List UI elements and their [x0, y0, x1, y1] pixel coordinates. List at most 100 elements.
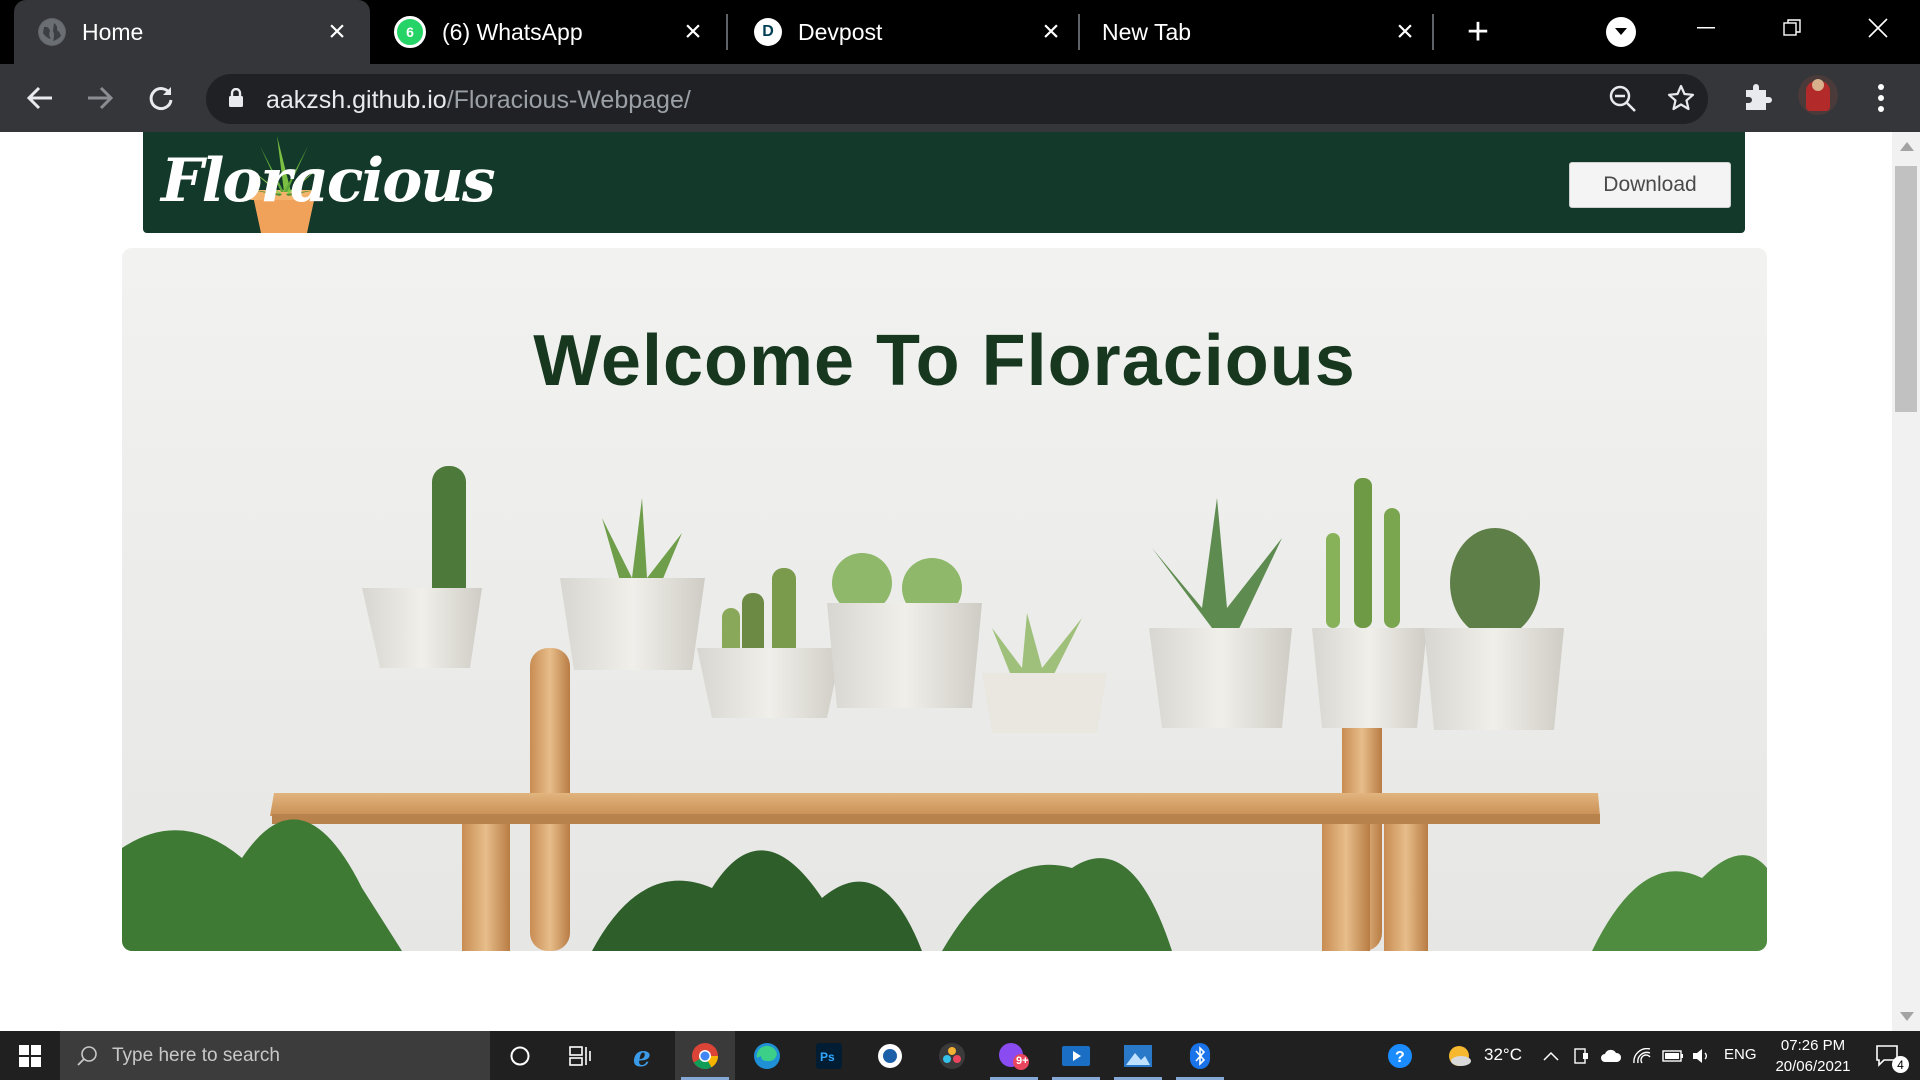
address-bar[interactable]: aakzsh.github.io/Floracious-Webpage/: [206, 74, 1708, 124]
new-tab-button[interactable]: +: [1458, 11, 1498, 53]
tab-devpost[interactable]: D Devpost ×: [730, 0, 1084, 64]
zoom-out-icon[interactable]: [1608, 84, 1638, 114]
screen: Home × 6 (6) WhatsApp × D Devpost × New …: [0, 0, 1920, 1080]
tab-title: Devpost: [798, 18, 883, 45]
chevron-down-icon: [1615, 28, 1627, 35]
tab-title: New Tab: [1102, 18, 1192, 45]
close-tab-icon[interactable]: ×: [1038, 17, 1064, 47]
browser-toolbar: aakzsh.github.io/Floracious-Webpage/: [0, 64, 1920, 132]
cortana-circle-icon: [510, 1046, 530, 1065]
svg-text:e: e: [633, 1041, 651, 1071]
globe-icon: [38, 18, 66, 46]
show-hidden-icons-button[interactable]: [1540, 1031, 1562, 1080]
whatsapp-icon: 6: [394, 16, 426, 48]
lock-icon[interactable]: [228, 88, 244, 108]
chrome-app[interactable]: [675, 1031, 735, 1080]
scroll-up-arrow-icon[interactable]: [1900, 142, 1914, 151]
help-tray-button[interactable]: ?: [1380, 1031, 1420, 1080]
device-icon: [1574, 1047, 1588, 1064]
forward-button[interactable]: [80, 78, 120, 118]
windows-taskbar: Type here to search e Ps 9+ ? 32°C ENG 0…: [0, 1031, 1920, 1080]
url-path: /Floracious-Webpage/: [446, 86, 691, 114]
chevron-up-icon: [1543, 1051, 1559, 1061]
task-view-icon: [569, 1045, 591, 1066]
weather-tray-button[interactable]: [1444, 1031, 1474, 1080]
scroll-thumb[interactable]: [1895, 166, 1917, 412]
davinci-resolve-app[interactable]: [922, 1031, 982, 1080]
photoshop-app[interactable]: Ps: [799, 1031, 859, 1080]
start-button[interactable]: [0, 1031, 60, 1080]
photos-app[interactable]: [1108, 1031, 1168, 1080]
device-tray-icon[interactable]: [1570, 1031, 1592, 1080]
browser-menu-button[interactable]: [1866, 78, 1896, 118]
page-scrollbar[interactable]: [1892, 132, 1920, 1031]
battery-icon: [1662, 1049, 1683, 1062]
tab-separator: [1078, 14, 1080, 50]
speaker-icon: [1693, 1048, 1707, 1063]
hero-banner: Welcome To Floracious: [122, 248, 1767, 951]
extensions-puzzle-icon[interactable]: [1742, 80, 1774, 112]
minimize-icon: [1697, 27, 1715, 29]
tab-search-button[interactable]: [1606, 17, 1636, 47]
tab-title: Home: [82, 18, 144, 45]
clock-date: 20/06/2021: [1775, 1058, 1851, 1075]
weather-temperature[interactable]: 32°C: [1484, 1045, 1522, 1065]
taskbar-search-box[interactable]: Type here to search: [60, 1031, 490, 1080]
svg-text:Ps: Ps: [820, 1050, 835, 1064]
battery-tray-icon[interactable]: [1660, 1031, 1686, 1080]
task-view-button[interactable]: [550, 1031, 610, 1080]
wifi-icon: [1633, 1047, 1651, 1063]
close-tab-icon[interactable]: ×: [1392, 17, 1418, 47]
close-window-button[interactable]: [1838, 0, 1918, 56]
reload-icon: [149, 87, 173, 110]
photos-icon: [1124, 1044, 1152, 1067]
davinci-resolve-icon: [939, 1042, 965, 1069]
url-text[interactable]: aakzsh.github.io/Floracious-Webpage/: [266, 86, 691, 115]
reload-button[interactable]: [141, 78, 181, 118]
tab-new-tab[interactable]: New Tab ×: [1084, 0, 1438, 64]
download-button[interactable]: Download: [1569, 162, 1731, 208]
arrow-right-icon: [88, 86, 114, 110]
close-tab-icon[interactable]: ×: [324, 17, 350, 47]
volume-tray-icon[interactable]: [1690, 1031, 1714, 1080]
site-logo[interactable]: Floracious: [157, 132, 496, 233]
back-button[interactable]: [20, 78, 60, 118]
restore-icon: [1783, 19, 1801, 36]
tab-title: (6) WhatsApp: [442, 18, 583, 45]
edge-app[interactable]: [737, 1031, 797, 1080]
weather-sun-icon: [1449, 1045, 1471, 1066]
taskbar-clock[interactable]: 07:26 PM 20/06/2021: [1758, 1035, 1868, 1077]
internet-explorer-app[interactable]: e: [614, 1031, 674, 1080]
input-language[interactable]: ENG: [1724, 1046, 1757, 1063]
messenger-badge: 9+: [1016, 1055, 1029, 1067]
notifications-button[interactable]: 4: [1866, 1031, 1910, 1080]
chrome-icon: [692, 1042, 719, 1069]
bookmark-star-icon[interactable]: [1666, 83, 1696, 113]
minimize-button[interactable]: [1666, 0, 1746, 56]
search-placeholder: Type here to search: [112, 1044, 280, 1066]
onedrive-tray-icon[interactable]: [1598, 1031, 1624, 1080]
tools-app[interactable]: [860, 1031, 920, 1080]
tab-home[interactable]: Home ×: [14, 0, 370, 64]
bluetooth-app[interactable]: [1170, 1031, 1230, 1080]
devpost-icon: D: [754, 18, 782, 46]
tab-separator: [1432, 14, 1434, 50]
edge-icon: [754, 1042, 780, 1069]
close-icon: [1868, 18, 1888, 38]
page-viewport: Floracious Download Welcome To Floraciou…: [0, 132, 1892, 1031]
app-circle-icon: [878, 1043, 902, 1068]
messenger-app[interactable]: 9+: [984, 1031, 1044, 1080]
search-icon: [77, 1045, 97, 1066]
scroll-down-arrow-icon[interactable]: [1900, 1012, 1914, 1021]
close-tab-icon[interactable]: ×: [680, 17, 706, 47]
svg-text:?: ?: [1395, 1049, 1405, 1066]
tab-whatsapp[interactable]: 6 (6) WhatsApp ×: [370, 0, 726, 64]
wifi-tray-icon[interactable]: [1630, 1031, 1654, 1080]
restore-button[interactable]: [1752, 0, 1832, 56]
site-header: Floracious Download: [143, 132, 1745, 233]
bluetooth-icon: [1190, 1042, 1210, 1069]
cortana-button[interactable]: [490, 1031, 550, 1080]
video-app[interactable]: [1046, 1031, 1106, 1080]
profile-avatar[interactable]: [1798, 75, 1838, 115]
tab-separator: [726, 14, 728, 50]
